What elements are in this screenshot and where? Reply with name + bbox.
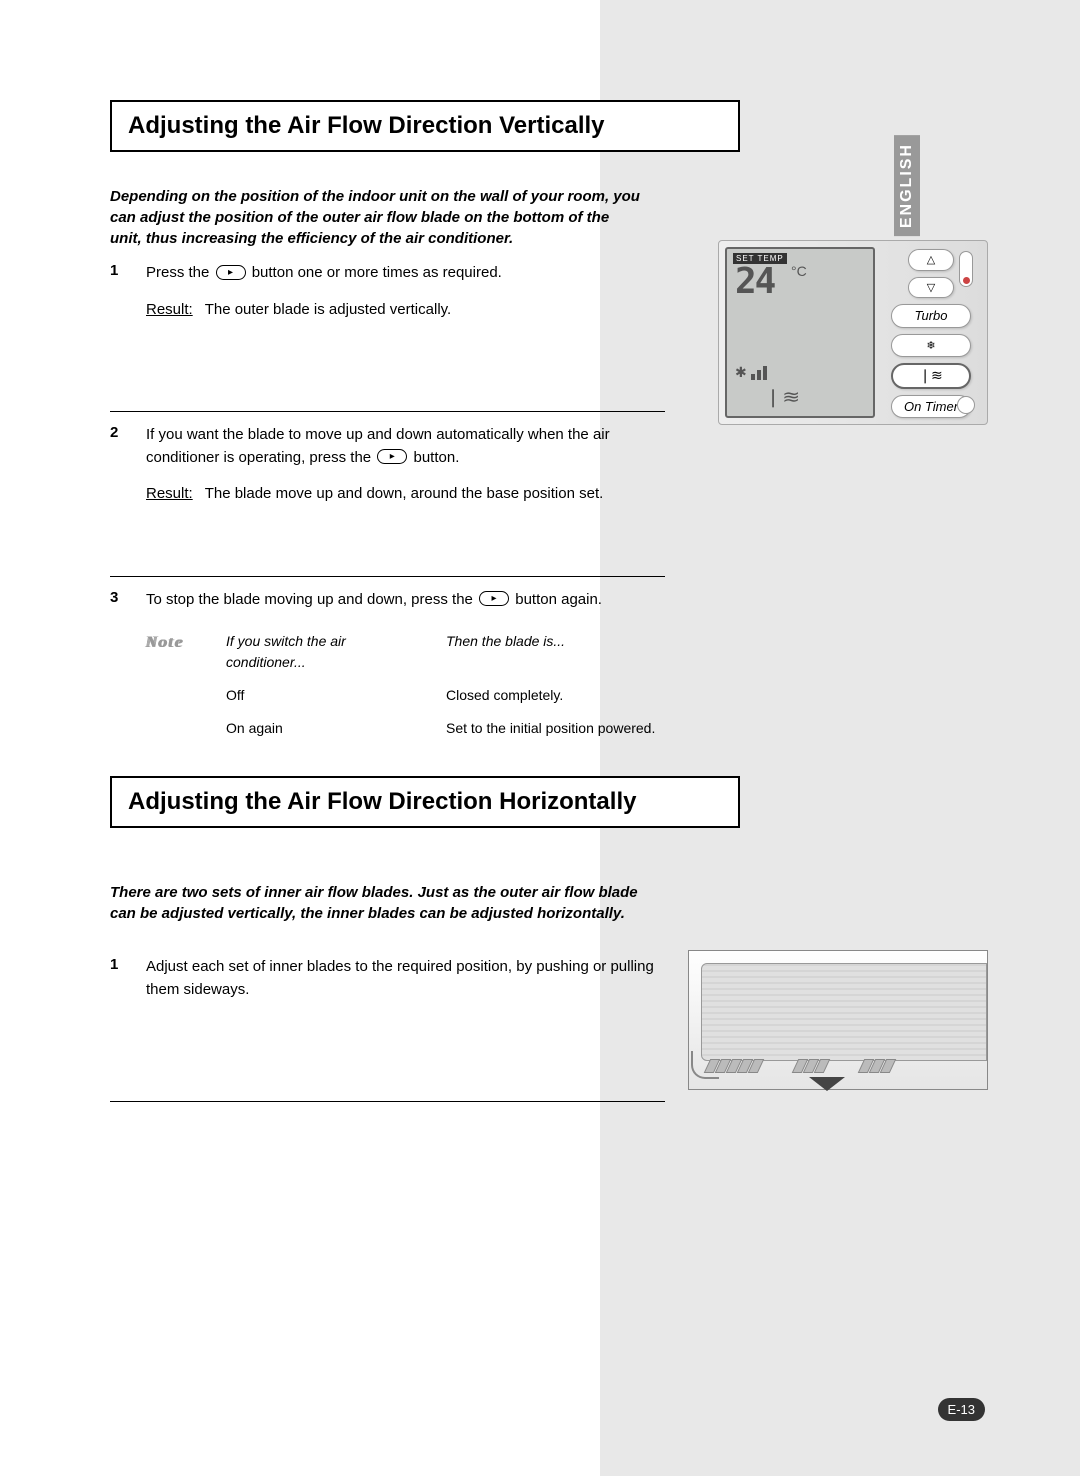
- turbo-button[interactable]: Turbo: [891, 304, 971, 327]
- section2-header: Adjusting the Air Flow Direction Horizon…: [110, 776, 740, 828]
- result-label: Result:: [146, 483, 193, 506]
- temp-down-button[interactable]: ▽: [908, 277, 954, 299]
- swing-button-icon: ▸: [479, 591, 509, 606]
- note-cell: Set to the initial position powered.: [446, 718, 665, 739]
- note-table: If you switch the air conditioner... The…: [226, 631, 665, 751]
- page-content: ENGLISH Adjusting the Air Flow Direction…: [0, 0, 1080, 1476]
- step-text: Adjust each set of inner blades to the r…: [146, 958, 654, 998]
- step-body: If you want the blade to move up and dow…: [146, 424, 665, 506]
- swing-button[interactable]: ❘≋: [891, 363, 971, 388]
- note-cell: On again: [226, 718, 406, 739]
- remote-button-panel: △ ▽ Turbo ❄ ❘≋ On Timer: [881, 247, 981, 418]
- step-body: Press the ▸ button one or more times as …: [146, 262, 665, 321]
- step-number: 3: [110, 589, 130, 752]
- step-body: Adjust each set of inner blades to the r…: [146, 956, 665, 1001]
- step-body: To stop the blade moving up and down, pr…: [146, 589, 665, 752]
- remote-illustration: SET TEMP 24 °C ✱ ❘≋ △ ▽ Turbo ❄ ❘≋ On: [718, 240, 988, 425]
- note-header-c1: If you switch the air conditioner...: [226, 631, 406, 673]
- step-1: 1 Adjust each set of inner blades to the…: [110, 944, 665, 1102]
- unit-illustration: [688, 950, 988, 1090]
- section1-intro: Depending on the position of the indoor …: [110, 186, 640, 249]
- step-text-b: button one or more times as required.: [252, 264, 502, 281]
- step-2: 2 If you want the blade to move up and d…: [110, 412, 665, 577]
- step-text-a: To stop the blade moving up and down, pr…: [146, 591, 477, 608]
- result-text: The outer blade is adjusted vertically.: [205, 299, 452, 322]
- result-label: Result:: [146, 299, 193, 322]
- language-tab: ENGLISH: [894, 135, 920, 236]
- temp-value: 24: [735, 261, 774, 302]
- arrow-down-icon: [809, 1077, 845, 1091]
- clock-icon: [957, 396, 975, 414]
- step-text-b: button again.: [515, 591, 602, 608]
- step-text-a: Press the: [146, 264, 214, 281]
- unit-vanes: [707, 1059, 987, 1081]
- temp-up-button[interactable]: △: [908, 249, 954, 271]
- step-number: 2: [110, 424, 130, 506]
- signal-icon: [751, 366, 767, 380]
- note-cell: Closed completely.: [446, 685, 665, 706]
- section2-intro: There are two sets of inner air flow bla…: [110, 882, 640, 924]
- temp-unit: °C: [791, 263, 807, 279]
- section1-header: Adjusting the Air Flow Direction Vertica…: [110, 100, 740, 152]
- step-number: 1: [110, 956, 130, 1001]
- section2-steps: 1 Adjust each set of inner blades to the…: [110, 944, 665, 1102]
- note-header-c2: Then the blade is...: [446, 631, 665, 673]
- thermometer-icon: [959, 251, 973, 287]
- step-1: 1 Press the ▸ button one or more times a…: [110, 250, 665, 412]
- swing-button-icon: ▸: [377, 449, 407, 464]
- remote-screen: SET TEMP 24 °C ✱ ❘≋: [725, 247, 875, 418]
- fan-icon: ✱: [735, 364, 747, 381]
- step-text-b: button.: [413, 449, 459, 466]
- note-label: Note: [146, 631, 196, 751]
- note-cell: Off: [226, 685, 406, 706]
- step-number: 1: [110, 262, 130, 321]
- section1-steps: 1 Press the ▸ button one or more times a…: [110, 250, 665, 782]
- step-3: 3 To stop the blade moving up and down, …: [110, 577, 665, 783]
- result-text: The blade move up and down, around the b…: [205, 483, 604, 506]
- swing-indicator-icon: ❘≋: [764, 387, 800, 408]
- unit-body: [701, 963, 987, 1061]
- page-number: E-13: [938, 1398, 985, 1421]
- mode-button[interactable]: ❄: [891, 334, 971, 357]
- swing-button-icon: ▸: [216, 265, 246, 280]
